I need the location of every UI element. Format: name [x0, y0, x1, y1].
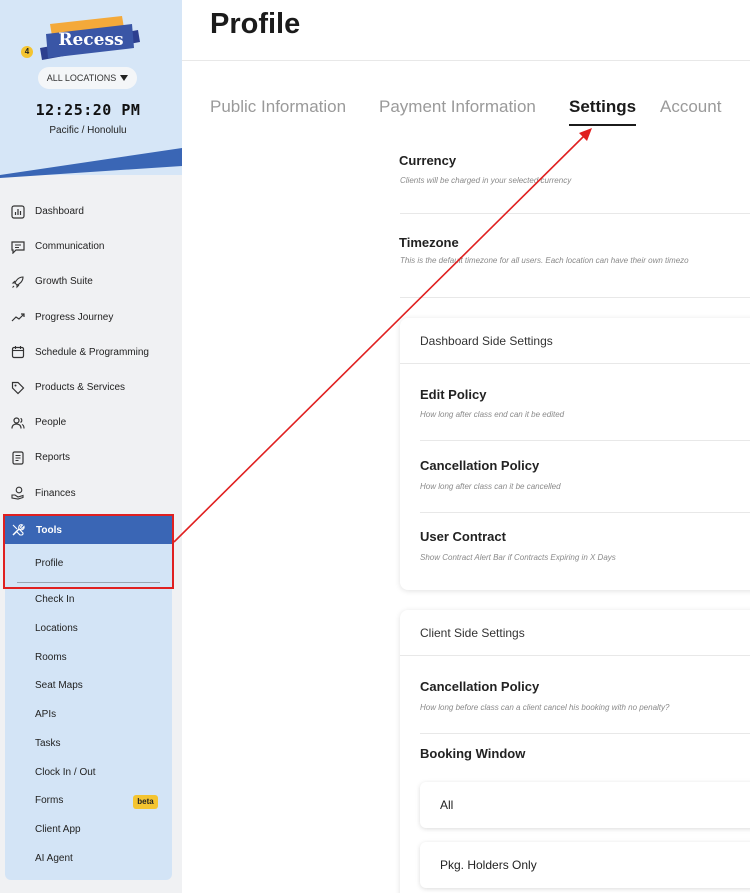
option-label: Pkg. Holders Only	[440, 858, 537, 872]
booking-option-pkg-holders[interactable]: Pkg. Holders Only	[420, 842, 750, 888]
location-selector[interactable]: ALL LOCATIONS	[38, 67, 137, 89]
tab-settings[interactable]: Settings	[569, 97, 636, 117]
timezone-description: This is the default timezone for all use…	[400, 256, 689, 265]
currency-description: Clients will be charged in your selected…	[400, 176, 572, 185]
user-contract-description: Show Contract Alert Bar if Contracts Exp…	[420, 553, 616, 562]
sidebar-item-label: People	[35, 417, 67, 429]
submenu-item-rooms[interactable]: Rooms	[35, 652, 67, 663]
client-cancellation-title: Cancellation Policy	[420, 679, 540, 694]
booking-option-all[interactable]: All	[420, 782, 750, 828]
trend-icon	[10, 309, 26, 325]
sidebar-item-label: Reports	[35, 452, 71, 464]
divider	[420, 512, 750, 513]
divider	[400, 655, 750, 656]
main-content: Profile Public Information Payment Infor…	[182, 0, 750, 893]
submenu-item-tasks[interactable]: Tasks	[35, 738, 61, 749]
divider	[400, 363, 750, 364]
sidebar-item-products[interactable]: Products & Services	[0, 370, 182, 405]
sidebar-item-label: Progress Journey	[35, 311, 114, 323]
sidebar-item-dashboard[interactable]: Dashboard	[0, 194, 182, 229]
currency-title: Currency	[399, 153, 457, 168]
tab-public-information[interactable]: Public Information	[210, 97, 346, 117]
submenu-item-apis[interactable]: APIs	[35, 709, 56, 720]
edit-policy-title: Edit Policy	[420, 387, 487, 402]
divider	[420, 440, 750, 441]
tools-submenu	[5, 544, 172, 880]
chart-icon	[10, 204, 26, 220]
submenu-item-forms[interactable]: Forms	[35, 795, 63, 806]
notification-badge: 4	[21, 46, 33, 58]
submenu-item-ai-agent[interactable]: AI Agent	[35, 853, 73, 864]
cancellation-policy-title: Cancellation Policy	[420, 458, 540, 473]
sidebar-item-label: Growth Suite	[35, 276, 93, 288]
edit-policy-description: How long after class end can it be edite…	[420, 410, 565, 419]
active-tab-indicator	[569, 124, 636, 126]
report-icon	[10, 450, 26, 466]
logo-text: Recess	[58, 30, 124, 50]
divider	[400, 297, 750, 298]
beta-badge: beta	[133, 795, 158, 809]
page-title: Profile	[210, 8, 301, 40]
highlight-box	[3, 514, 174, 589]
card-header: Dashboard Side Settings	[420, 334, 553, 348]
sidebar-item-progress-journey[interactable]: Progress Journey	[0, 300, 182, 335]
sidebar-item-growth-suite[interactable]: Growth Suite	[0, 264, 182, 299]
tab-payment-information[interactable]: Payment Information	[379, 97, 536, 117]
calendar-icon	[10, 344, 26, 360]
tag-icon	[10, 380, 26, 396]
timezone-title: Timezone	[399, 235, 459, 250]
sidebar-item-reports[interactable]: Reports	[0, 440, 182, 475]
recess-logo[interactable]: Recess	[36, 14, 146, 64]
client-cancellation-description: How long before class can a client cance…	[420, 703, 670, 712]
finance-icon	[10, 485, 26, 501]
people-icon	[10, 415, 26, 431]
sidebar-item-communication[interactable]: Communication	[0, 229, 182, 264]
user-contract-title: User Contract	[420, 529, 506, 544]
submenu-item-seat-maps[interactable]: Seat Maps	[35, 680, 83, 691]
sidebar-item-label: Schedule & Programming	[35, 346, 149, 358]
submenu-item-locations[interactable]: Locations	[35, 623, 78, 634]
sidebar-item-label: Products & Services	[35, 382, 126, 394]
sidebar-item-label: Finances	[35, 487, 76, 499]
chat-icon	[10, 239, 26, 255]
divider	[420, 733, 750, 734]
clock: 12:25:20 PM	[35, 101, 141, 119]
sidebar-item-label: Dashboard	[35, 206, 84, 218]
submenu-item-client-app[interactable]: Client App	[35, 824, 81, 835]
sidebar-item-people[interactable]: People	[0, 405, 182, 440]
submenu-item-check-in[interactable]: Check In	[35, 594, 74, 605]
card-header: Client Side Settings	[420, 626, 525, 640]
divider	[400, 213, 750, 214]
option-label: All	[440, 798, 454, 812]
header-divider	[182, 60, 750, 61]
timezone-label: Pacific / Honolulu	[49, 125, 127, 136]
booking-window-title: Booking Window	[420, 746, 526, 761]
sidebar-item-schedule[interactable]: Schedule & Programming	[0, 335, 182, 370]
sidebar-item-label: Communication	[35, 241, 105, 253]
tab-account[interactable]: Account	[660, 97, 721, 117]
sidebar: Recess ALL LOCATIONS 12:25:20 PM Pacific…	[0, 0, 182, 893]
sidebar-nav: Dashboard Communication Growth Suite Pro…	[0, 194, 182, 511]
caret-down-icon	[120, 75, 129, 81]
location-selector-label: ALL LOCATIONS	[46, 73, 117, 83]
dashboard-settings-card: Dashboard Side Settings Edit Policy How …	[400, 318, 750, 590]
submenu-item-clock-in-out[interactable]: Clock In / Out	[35, 767, 96, 778]
sidebar-item-finances[interactable]: Finances	[0, 476, 182, 511]
rocket-icon	[10, 274, 26, 290]
cancellation-policy-description: How long after class can it be cancelled	[420, 482, 561, 491]
